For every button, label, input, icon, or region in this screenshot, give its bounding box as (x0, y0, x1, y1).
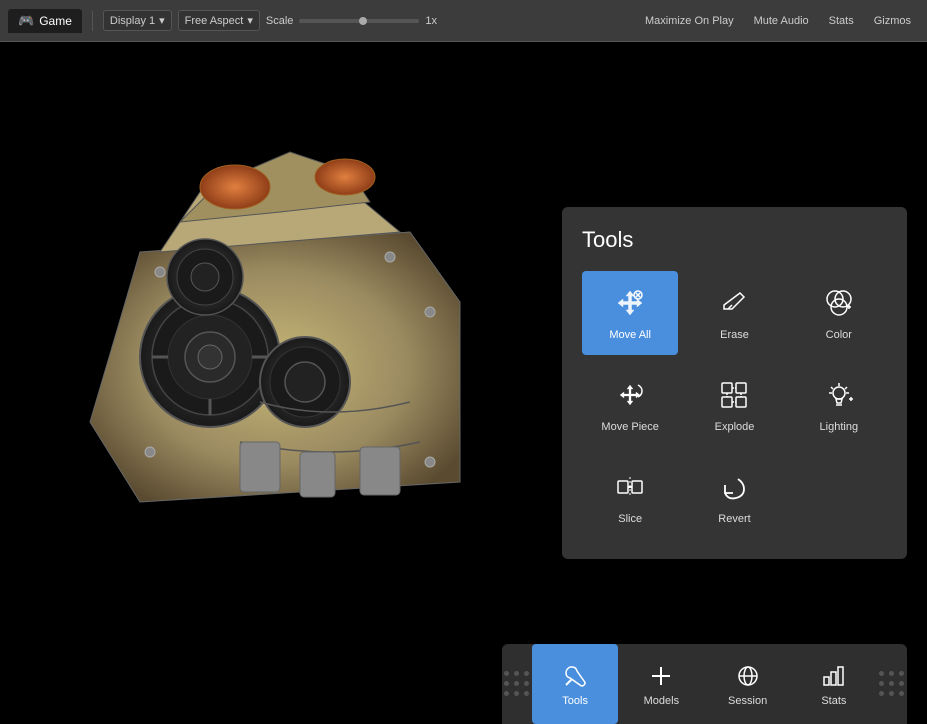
scale-value: 1x (425, 15, 437, 27)
tool-explode-label: Explode (715, 421, 755, 433)
display-dropdown[interactable]: Display 1 ▾ (103, 10, 172, 31)
nav-session[interactable]: Session (705, 644, 791, 724)
tool-slice[interactable]: Slice (582, 455, 678, 539)
game-view: Tools Move All (0, 42, 927, 724)
move-all-icon (612, 285, 648, 321)
nav-tools-label: Tools (562, 695, 588, 707)
tools-title: Tools (582, 227, 887, 253)
toolbar-right: Maximize On Play Mute Audio Stats Gizmos (637, 12, 919, 30)
toolbar: 🎮 Game Display 1 ▾ Free Aspect ▾ Scale 1… (0, 0, 927, 42)
tool-move-piece[interactable]: Move Piece (582, 363, 678, 447)
scale-container: Scale 1x (266, 15, 437, 27)
tool-revert[interactable]: Revert (686, 455, 782, 539)
tool-lighting[interactable]: Lighting (791, 363, 887, 447)
tool-erase-label: Erase (720, 329, 749, 341)
gizmos-btn[interactable]: Gizmos (866, 12, 919, 30)
chevron-down-icon: ▾ (159, 14, 165, 27)
bottom-nav: Tools Models (502, 644, 907, 724)
maximize-btn[interactable]: Maximize On Play (637, 12, 742, 30)
nav-stats-label: Stats (821, 695, 846, 707)
color-icon (821, 285, 857, 321)
nav-dots-right (877, 644, 907, 724)
slice-icon (612, 469, 648, 505)
mute-btn[interactable]: Mute Audio (746, 12, 817, 30)
tool-explode[interactable]: Explode (686, 363, 782, 447)
lighting-icon (821, 377, 857, 413)
game-tab-label: Game (39, 14, 72, 28)
tool-erase[interactable]: Erase (686, 271, 782, 355)
nav-models[interactable]: Models (618, 644, 704, 724)
tools-grid: Move All Erase (582, 271, 887, 539)
move-piece-icon (612, 377, 648, 413)
tool-move-all[interactable]: Move All (582, 271, 678, 355)
tool-color[interactable]: Color (791, 271, 887, 355)
display-label: Display 1 (110, 15, 155, 27)
tool-color-label: Color (826, 329, 852, 341)
nav-stats[interactable]: Stats (791, 644, 877, 724)
tool-revert-label: Revert (718, 513, 750, 525)
tool-lighting-label: Lighting (820, 421, 859, 433)
models-nav-icon (647, 662, 675, 690)
erase-icon (716, 285, 752, 321)
nav-items: Tools Models (532, 644, 877, 724)
tools-nav-icon (561, 662, 589, 690)
aspect-label: Free Aspect (185, 15, 244, 27)
scale-label: Scale (266, 15, 294, 27)
nav-dots-left (502, 644, 532, 724)
stats-btn[interactable]: Stats (821, 12, 862, 30)
scale-slider[interactable] (299, 19, 419, 23)
nav-session-label: Session (728, 695, 767, 707)
aspect-dropdown[interactable]: Free Aspect ▾ (178, 10, 260, 31)
tool-move-piece-label: Move Piece (601, 421, 658, 433)
tools-panel: Tools Move All (562, 207, 907, 559)
nav-models-label: Models (644, 695, 679, 707)
gamepad-icon: 🎮 (18, 13, 34, 29)
tool-slice-label: Slice (618, 513, 642, 525)
chevron-down-icon-2: ▾ (247, 14, 253, 27)
tool-move-all-label: Move All (609, 329, 651, 341)
stats-nav-icon (820, 662, 848, 690)
nav-tools[interactable]: Tools (532, 644, 618, 724)
game-tab[interactable]: 🎮 Game (8, 9, 82, 33)
engine-area (60, 102, 490, 572)
revert-icon (716, 469, 752, 505)
session-nav-icon (734, 662, 762, 690)
explode-icon (716, 377, 752, 413)
scale-slider-thumb (359, 17, 367, 25)
separator (92, 11, 93, 31)
